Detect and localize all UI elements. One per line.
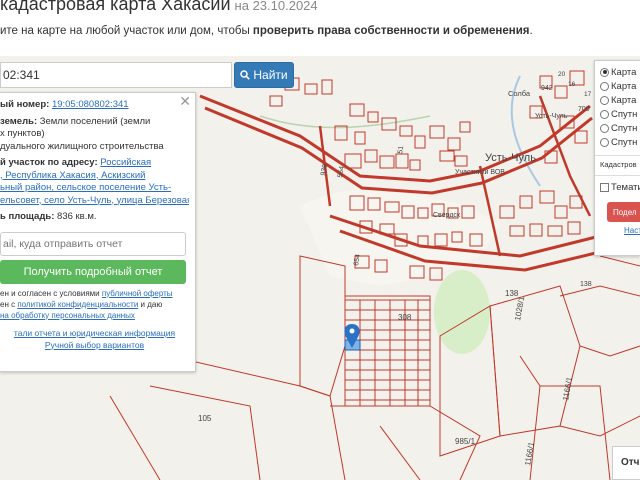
email-field[interactable]	[0, 231, 186, 256]
area-label: ь площадь:	[0, 211, 55, 222]
plot-label-308: 308	[398, 313, 412, 322]
layer-option-label: Спутн	[611, 136, 638, 148]
plot-label-700: 700	[578, 106, 590, 113]
land-category-label: земель:	[0, 115, 38, 127]
report-details-link[interactable]: тали отчета и юридическая информация	[0, 327, 189, 339]
cadastral-number-row: ый номер: 19:05:080802:341	[0, 99, 189, 112]
land-category-cont: х пунктов)	[0, 128, 45, 139]
layer-divider-2	[595, 175, 640, 176]
layer-option-1[interactable]: Карта	[600, 79, 640, 93]
address-link-1[interactable]: Российская	[100, 157, 151, 168]
search-button-label: Найти	[253, 68, 288, 82]
extra-links: тали отчета и юридическая информация Руч…	[0, 327, 189, 351]
layer-radio-1[interactable]	[600, 81, 609, 91]
subtitle-prefix: ите на карте на любой участок или дом, ч…	[0, 25, 250, 37]
layer-option-label: Спутн	[611, 122, 638, 134]
plot-label-138b: 138	[580, 281, 592, 288]
plot-label-942: 942	[541, 85, 553, 92]
plot-label-105: 105	[198, 414, 212, 423]
terms-1-text: ен и согласен с условиями	[0, 288, 100, 298]
area-row: ь площадь: 836 кв.м.	[0, 211, 189, 224]
layer-radio-0[interactable]	[600, 67, 609, 77]
land-usage: дуального жилищного строительства	[0, 140, 164, 152]
parcel-info-panel: ✕ ый номер: 19:05:080802:341 земель: Зем…	[0, 92, 196, 372]
report-corner-box[interactable]: Отч	[612, 446, 640, 480]
address-label: й участок по адресу:	[0, 157, 98, 168]
layer-radio-2[interactable]	[600, 95, 609, 105]
address-link-4[interactable]: ельсовет, село Усть-Чуль, улица Березова…	[0, 195, 189, 208]
cadastral-number-label: ый номер:	[0, 99, 50, 110]
cadastral-layer-label: Кадастров	[600, 160, 637, 169]
map-label-village: Усть-Чуль	[485, 152, 536, 164]
layer-radio-4[interactable]	[600, 123, 609, 133]
layer-option-5[interactable]: Спутн	[600, 135, 640, 149]
area-value: 836 кв.м.	[57, 211, 97, 222]
layer-option-0[interactable]: Карта	[600, 65, 640, 79]
plot-label-51: 51	[397, 145, 405, 154]
terms-text: ен и согласен с условиями публичной офер…	[0, 288, 189, 321]
privacy-link[interactable]: политикой конфиденциальности	[17, 300, 138, 309]
land-category-value: Земли поселений (земли	[39, 115, 151, 127]
search-bar: Найти	[0, 62, 300, 88]
layer-option-4[interactable]: Спутн	[600, 121, 640, 135]
address-link-2[interactable]: , Республика Хакасия, Аскизский	[0, 170, 189, 183]
thematic-checkbox[interactable]	[600, 182, 609, 192]
thematic-layer-toggle[interactable]: Темати	[600, 180, 640, 194]
land-category-row: земель: Земли поселений (земли	[0, 116, 189, 129]
layer-option-label: Спутн	[611, 108, 638, 120]
personal-data-link[interactable]: на обработку персональных данных	[0, 311, 135, 320]
layer-option-label: Карта	[611, 94, 637, 106]
map-label-solbat: Солба	[508, 89, 531, 98]
subtitle-bold: проверить права собственности и обремене…	[252, 25, 530, 37]
page-subtitle: ите на карте на любой участок или дом, ч…	[0, 25, 533, 37]
address-link-3[interactable]: ьный район, сельское поселение Усть-	[0, 182, 189, 195]
share-button[interactable]: Подел	[607, 202, 640, 222]
layer-option-label: Карта	[611, 80, 637, 92]
manual-selection-link[interactable]: Ручной выбор вариантов	[0, 339, 189, 351]
close-icon[interactable]: ✕	[179, 94, 191, 107]
layer-option-label: Карта	[611, 66, 637, 78]
thematic-label: Темати	[611, 181, 640, 193]
map-label-street: Свердск	[433, 212, 461, 219]
layer-divider	[595, 155, 640, 156]
layer-option-3[interactable]: Спутн	[600, 107, 640, 121]
layer-radio-5[interactable]	[600, 137, 609, 147]
page-date: на 23.10.2024	[234, 0, 318, 13]
page-title-text: кадастровая карта Хакасии	[0, 0, 231, 14]
layer-switcher: Карта Карта Карта Спутн Спутн Спутн Кадастров…	[594, 60, 640, 256]
terms-2-post: и даю	[140, 299, 163, 309]
offer-link[interactable]: публичной оферты	[102, 289, 173, 298]
search-icon	[240, 70, 251, 80]
cadastral-number-link[interactable]: 19:05:080802:341	[52, 99, 129, 110]
plot-label-16: 16	[568, 81, 576, 88]
plot-label-985-1: 985/1	[455, 437, 476, 446]
plot-label-20: 20	[558, 71, 566, 78]
terms-2-text: ен с	[0, 299, 16, 309]
get-report-button[interactable]: Получить подробный отчет	[0, 259, 186, 284]
address-row: й участок по адресу: Российская	[0, 157, 189, 170]
subtitle-suffix: .	[529, 25, 533, 37]
layer-option-2[interactable]: Карта	[600, 93, 640, 107]
layer-radio-3[interactable]	[600, 109, 609, 119]
map-label-ust-chul-small: Усть-Чуль	[535, 113, 568, 120]
settings-link[interactable]: Наст	[624, 226, 640, 235]
layer-options: Карта Карта Карта Спутн Спутн Спутн	[600, 65, 640, 149]
search-input[interactable]	[0, 62, 232, 88]
plot-label-17: 17	[584, 91, 592, 98]
search-button[interactable]: Найти	[234, 62, 294, 88]
map-label-memorial: Участники ВОВ	[455, 169, 505, 176]
page-title: кадастровая карта Хакасии на 23.10.2024	[0, 0, 318, 15]
page-header: кадастровая карта Хакасии на 23.10.2024 и…	[0, 0, 640, 56]
green-field	[434, 270, 490, 354]
